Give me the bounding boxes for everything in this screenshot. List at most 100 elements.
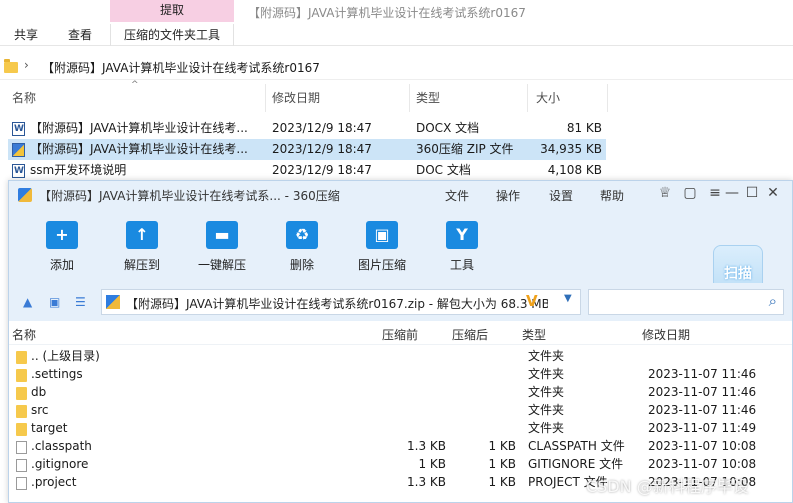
maximize-icon[interactable]: ☐: [743, 185, 761, 201]
column-size-before[interactable]: 压缩前: [382, 326, 418, 343]
archive-path-field[interactable]: 【附源码】JAVA计算机毕业设计在线考试系统r0167.zip - 解包大小为 …: [101, 289, 581, 315]
add-icon: +: [46, 221, 78, 249]
archive-row[interactable]: src 文件夹 2023-11-07 11:46: [9, 401, 792, 419]
zip-navigation-bar: ▲ ▣ ☰ 【附源码】JAVA计算机毕业设计在线考试系统r0167.zip - …: [9, 283, 792, 321]
menu-settings[interactable]: 设置: [549, 187, 573, 204]
menu-help[interactable]: 帮助: [600, 187, 624, 204]
thumbnail-view-icon[interactable]: ▣: [49, 295, 60, 309]
app-logo-icon: [18, 188, 32, 202]
entry-date: 2023-11-07 11:46: [648, 403, 757, 417]
feedback-icon[interactable]: ▢: [681, 185, 699, 201]
minimize-icon[interactable]: —: [723, 185, 741, 201]
file-type: DOCX 文档: [416, 121, 480, 135]
column-name[interactable]: 名称: [12, 326, 36, 343]
archive-row[interactable]: .gitignore 1 KB 1 KB GITIGNORE 文件 2023-1…: [9, 455, 792, 473]
archive-row[interactable]: .. (上级目录) 文件夹: [9, 347, 792, 365]
entry-type: 文件夹: [528, 421, 565, 435]
file-type: 360压缩 ZIP 文件: [416, 142, 514, 156]
file-date: 2023/12/9 18:47: [272, 121, 372, 135]
delete-icon: ♻: [286, 221, 318, 249]
entry-size-before: 1.3 KB: [407, 439, 446, 453]
skin-icon[interactable]: ♕: [656, 185, 674, 201]
tools-button[interactable]: Y 工具: [427, 215, 497, 279]
window-title: 【附源码】JAVA计算机毕业设计在线考试系统r0167: [248, 6, 526, 20]
explorer-column-header: 名称 修改日期 类型 大小: [0, 84, 793, 112]
add-button[interactable]: + 添加: [27, 215, 97, 279]
file-row-selected[interactable]: 【附源码】JAVA计算机毕业设计在线考... 2023/12/9 18:47 3…: [8, 139, 606, 160]
tool-label: 一键解压: [197, 258, 246, 272]
entry-date: 2023-11-07 10:08: [648, 439, 757, 453]
menu-operation[interactable]: 操作: [496, 187, 520, 204]
entry-name: .settings: [31, 367, 83, 381]
zip-file-icon: [12, 143, 25, 157]
tab-view[interactable]: 查看: [68, 24, 92, 46]
entry-name: .classpath: [31, 439, 92, 453]
column-size[interactable]: 大小: [532, 84, 608, 112]
address-bar[interactable]: › 【附源码】JAVA计算机毕业设计在线考试系统r0167: [0, 54, 793, 80]
zip-title-bar: 【附源码】JAVA计算机毕业设计在线考试系... - 360压缩 文件 操作 设…: [9, 181, 792, 209]
vip-chevron-icon[interactable]: V: [526, 292, 538, 310]
entry-name: src: [31, 403, 49, 417]
file-size: 81 KB: [566, 121, 602, 135]
file-icon: [16, 459, 27, 472]
entry-name: db: [31, 385, 47, 399]
tab-compressed-folder-tools[interactable]: 压缩的文件夹工具: [110, 24, 234, 46]
entry-size-after: 1 KB: [488, 457, 516, 471]
file-date: 2023/12/9 18:47: [272, 163, 372, 177]
file-icon: [16, 477, 27, 490]
file-icon: [16, 441, 27, 454]
word-doc-icon: [12, 119, 25, 140]
column-date[interactable]: 修改日期: [268, 84, 410, 112]
up-arrow-icon[interactable]: ▲: [23, 295, 32, 309]
one-click-extract-button[interactable]: ▬ 一键解压: [187, 215, 257, 279]
menu-file[interactable]: 文件: [445, 187, 469, 204]
zip-column-header: 名称 压缩前 压缩后 类型 修改日期: [9, 321, 792, 345]
file-name: 【附源码】JAVA计算机毕业设计在线考...: [30, 121, 248, 135]
zip-toolbar: + 添加 ↑ 解压到 ▬ 一键解压 ♻ 删除 ▣ 图片压缩 Y 工具 扫描: [9, 209, 792, 301]
archive-row[interactable]: db 文件夹 2023-11-07 11:46: [9, 383, 792, 401]
entry-type: CLASSPATH 文件: [528, 439, 625, 453]
image-compress-icon: ▣: [366, 221, 398, 249]
tool-label: 添加: [49, 258, 74, 272]
column-type[interactable]: 类型: [412, 84, 528, 112]
entry-type: 文件夹: [528, 385, 565, 399]
tools-icon: Y: [446, 221, 478, 249]
file-type: DOC 文档: [416, 163, 471, 177]
chevron-right-icon[interactable]: ›: [24, 58, 29, 72]
file-size: 4,108 KB: [547, 163, 602, 177]
file-row[interactable]: 【附源码】JAVA计算机毕业设计在线考... 2023/12/9 18:47 D…: [8, 118, 606, 140]
entry-date: 2023-11-07 11:46: [648, 367, 757, 381]
entry-size-after: 1 KB: [488, 475, 516, 489]
search-icon[interactable]: ⌕: [769, 292, 777, 310]
tab-extract[interactable]: 提取: [110, 0, 234, 22]
restore-menu-icon[interactable]: ≡: [706, 185, 724, 201]
image-compress-button[interactable]: ▣ 图片压缩: [347, 215, 417, 279]
archive-row[interactable]: .classpath 1.3 KB 1 KB CLASSPATH 文件 2023…: [9, 437, 792, 455]
column-name[interactable]: 名称: [8, 84, 266, 112]
tool-label: 工具: [449, 258, 474, 272]
tab-share[interactable]: 共享: [14, 24, 38, 46]
entry-date: 2023-11-07 10:08: [648, 457, 757, 471]
archive-row[interactable]: target 文件夹 2023-11-07 11:49: [9, 419, 792, 437]
folder-icon: [16, 351, 27, 364]
file-name: 【附源码】JAVA计算机毕业设计在线考...: [30, 142, 248, 156]
extract-to-button[interactable]: ↑ 解压到: [107, 215, 177, 279]
entry-type: 文件夹: [528, 367, 565, 381]
search-input[interactable]: ⌕: [588, 289, 784, 315]
column-size-after[interactable]: 压缩后: [452, 326, 488, 343]
entry-type: GITIGNORE 文件: [528, 457, 624, 471]
folder-icon: [16, 387, 27, 400]
close-icon[interactable]: ✕: [764, 185, 782, 201]
entry-date: 2023-11-07 11:46: [648, 385, 757, 399]
chevron-down-icon[interactable]: ▼: [564, 293, 572, 304]
delete-button[interactable]: ♻ 删除: [267, 215, 337, 279]
address-path: 【附源码】JAVA计算机毕业设计在线考试系统r0167: [42, 61, 320, 75]
file-row[interactable]: ssm开发环境说明 2023/12/9 18:47 DOC 文档 4,108 K…: [8, 160, 606, 182]
column-type[interactable]: 类型: [522, 326, 546, 343]
list-view-icon[interactable]: ☰: [75, 295, 86, 309]
archive-row[interactable]: .settings 文件夹 2023-11-07 11:46: [9, 365, 792, 383]
watermark: CSDN @新科程序毕设: [586, 477, 749, 496]
column-date[interactable]: 修改日期: [642, 326, 690, 343]
archive-path-text: 【附源码】JAVA计算机毕业设计在线考试系统r0167.zip - 解包大小为 …: [126, 297, 548, 311]
one-click-extract-icon: ▬: [206, 221, 238, 249]
